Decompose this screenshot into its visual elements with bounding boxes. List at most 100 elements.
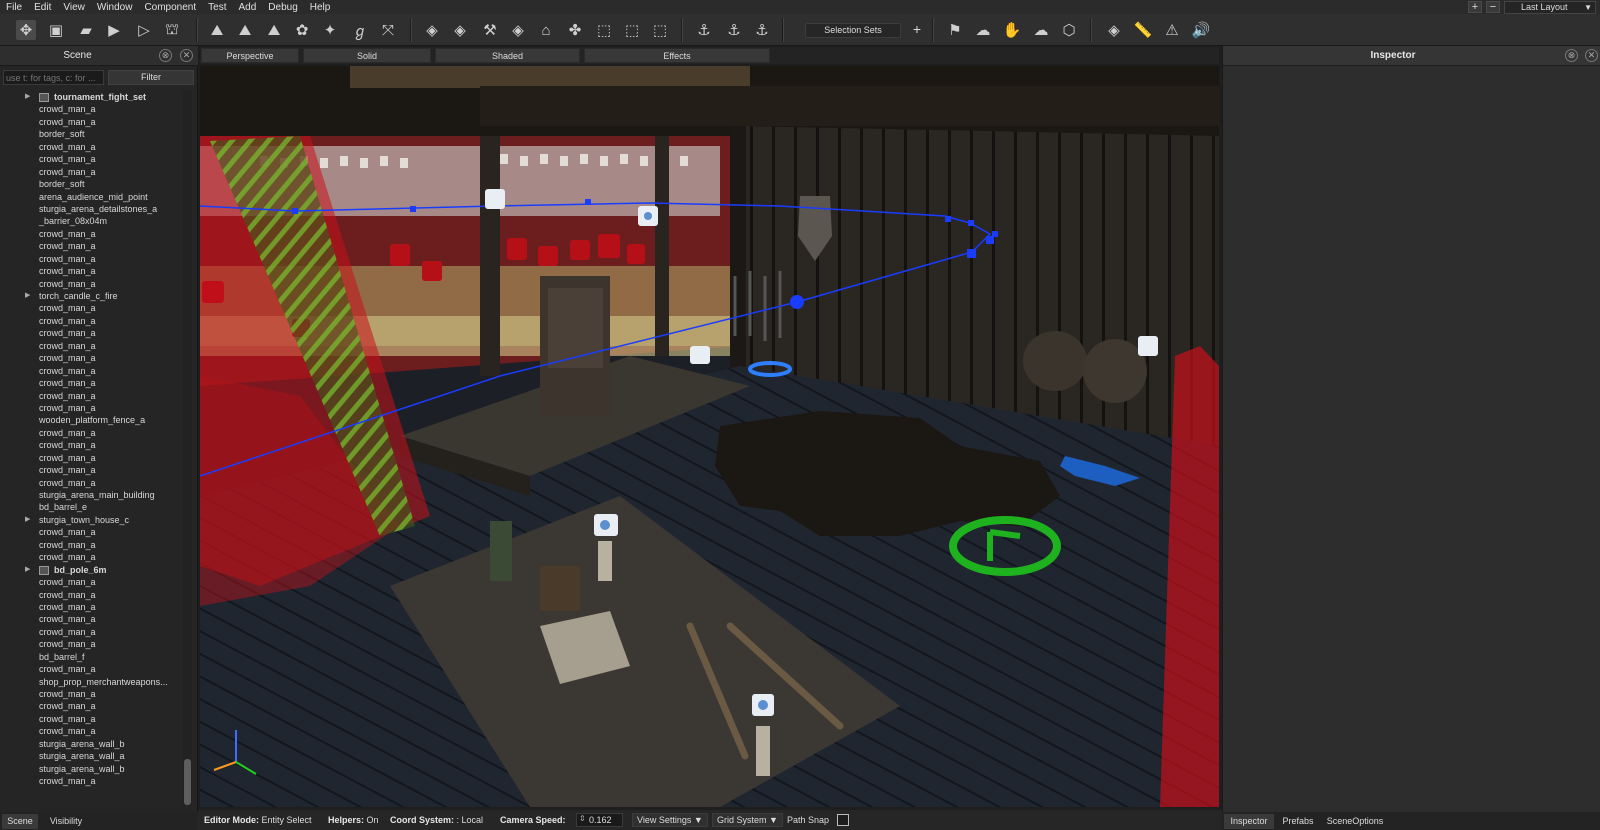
scene-tree-item[interactable]: shop_prop_merchantweapons... [0, 676, 180, 688]
view-settings-dropdown[interactable]: View Settings ▼ [632, 813, 708, 827]
scene-tree-item[interactable]: sturgia_arena_main_building [0, 489, 180, 501]
scene-tree-item[interactable]: crowd_man_a [0, 390, 180, 402]
tab-solid[interactable]: Solid [303, 48, 431, 63]
menu-debug[interactable]: Debug [262, 2, 303, 13]
scene-tree-item[interactable]: crowd_man_a [0, 315, 180, 327]
scene-tree-item[interactable]: crowd_man_a [0, 576, 180, 588]
expand-arrow-icon[interactable]: ▶ [25, 290, 30, 302]
spinner-icon[interactable]: ⇕ [579, 813, 586, 825]
flora-icon[interactable]: ⌂ [536, 20, 556, 40]
scene-tree-item[interactable]: crowd_man_a [0, 352, 180, 364]
inspector-close-icon[interactable]: ✕ [1585, 49, 1598, 62]
scene-tree-item[interactable]: arena_audience_mid_point [0, 191, 180, 203]
hand-icon[interactable]: ✋ [1002, 20, 1022, 40]
anchor-add-icon[interactable]: ⚓ [694, 20, 714, 40]
scene-tree-item[interactable]: crowd_man_a [0, 638, 180, 650]
editor-mode-value[interactable]: Entity Select [262, 815, 312, 825]
save-icon[interactable]: ▣ [46, 20, 66, 40]
tab-scene-options[interactable]: SceneOptions [1322, 814, 1388, 829]
scene-tree-item[interactable]: crowd_man_a [0, 601, 180, 613]
tab-inspector[interactable]: Inspector [1224, 814, 1274, 829]
tab-perspective[interactable]: Perspective [201, 48, 299, 63]
layout-dropdown[interactable]: Last Layout ▼ [1504, 0, 1596, 14]
selection-sets-dropdown[interactable]: Selection Sets [805, 23, 901, 38]
scene-tree-item[interactable]: crowd_man_a [0, 103, 180, 115]
terrain-icon[interactable]: ⛰ [207, 20, 227, 40]
scene-tree-item[interactable]: ▶ tournament_fight_set [0, 91, 180, 103]
anchor-delete-icon[interactable]: ⚓ [752, 20, 772, 40]
scene-tree-item[interactable]: ▶ sturgia_town_house_c [0, 514, 180, 526]
scene-tree-item[interactable]: crowd_man_a [0, 439, 180, 451]
add-layout-button[interactable]: + [1468, 1, 1482, 13]
scene-tree-item[interactable]: border_soft [0, 178, 180, 190]
select-move-icon[interactable]: ✥ [16, 20, 36, 40]
scene-tree-item[interactable]: crowd_man_a [0, 253, 180, 265]
anchor-icon[interactable]: ⬚ [650, 20, 670, 40]
menu-test[interactable]: Test [202, 2, 232, 13]
scene-tree-item[interactable]: crowd_man_a [0, 265, 180, 277]
scene-tree-item[interactable]: sturgia_arena_wall_b [0, 763, 180, 775]
scene-tree-item[interactable]: bd_barrel_e [0, 501, 180, 513]
scene-search-input[interactable] [3, 70, 104, 85]
cube-select-icon[interactable]: ✤ [565, 20, 585, 40]
path-snap-checkbox[interactable] [837, 814, 849, 826]
add-selection-set-button[interactable]: + [910, 22, 924, 37]
terrain-raise-icon[interactable]: ⛰ [264, 20, 284, 40]
scene-tree-item[interactable]: border_soft [0, 128, 180, 140]
terrain-smooth-icon[interactable]: ⛰ [235, 20, 255, 40]
scene-tree-item[interactable]: crowd_man_a [0, 551, 180, 563]
grid-system-dropdown[interactable]: Grid System ▼ [712, 813, 783, 827]
vertex-icon[interactable]: ⤧ [378, 20, 398, 40]
scene-tree-item[interactable]: ▶ torch_candle_c_fire [0, 290, 180, 302]
expand-arrow-icon[interactable]: ▶ [25, 91, 30, 103]
anchor-remove-icon[interactable]: ⚓ [724, 20, 744, 40]
scene-tree-item[interactable]: sturgia_arena_wall_b [0, 738, 180, 750]
scene-viewport[interactable] [200, 66, 1219, 807]
weather-icon[interactable]: ☁ [973, 20, 993, 40]
scene-scrollbar[interactable] [183, 91, 192, 805]
scene-tree-item[interactable]: crowd_man_a [0, 278, 180, 290]
scene-filter-button[interactable]: Filter [108, 70, 194, 85]
cloud-icon[interactable]: ☁ [1031, 20, 1051, 40]
scene-tree-item[interactable]: crowd_man_a [0, 613, 180, 625]
scene-tree-item[interactable]: crowd_man_a [0, 464, 180, 476]
menu-view[interactable]: View [57, 2, 91, 13]
scene-tree-item[interactable]: sturgia_arena_detailstones_a [0, 203, 180, 215]
scene-tree-item[interactable]: crowd_man_a [0, 700, 180, 712]
scene-tree-item[interactable]: _barrier_08x04m [0, 215, 180, 227]
scene-tree-item[interactable]: sturgia_arena_wall_a [0, 750, 180, 762]
scene-tree-item[interactable]: crowd_man_a [0, 153, 180, 165]
menu-help[interactable]: Help [304, 2, 337, 13]
scene-tree-item[interactable]: crowd_man_a [0, 365, 180, 377]
terrain-paint-icon[interactable]: ✿ [292, 20, 312, 40]
mesh-icon[interactable]: ◈ [1104, 20, 1124, 40]
open-folder-icon[interactable]: ▰ [76, 20, 96, 40]
scene-scrollbar-thumb[interactable] [184, 759, 191, 805]
coord-system-value[interactable]: : Local [457, 815, 484, 825]
helpers-value[interactable]: On [367, 815, 379, 825]
scene-tree-item[interactable]: crowd_man_a [0, 526, 180, 538]
tab-visibility[interactable]: Visibility [42, 814, 90, 829]
scene-tree-item[interactable]: crowd_man_a [0, 539, 180, 551]
scene-tree-item[interactable]: crowd_man_a [0, 663, 180, 675]
menu-edit[interactable]: Edit [28, 2, 57, 13]
scene-tree-item[interactable]: crowd_man_a [0, 775, 180, 787]
cube-move-icon[interactable]: ⬚ [622, 20, 642, 40]
tab-effects[interactable]: Effects [584, 48, 770, 63]
scene-panel-pin-icon[interactable]: ⊗ [159, 49, 172, 62]
object-place-icon[interactable]: ◈ [450, 20, 470, 40]
scene-tree-item[interactable]: crowd_man_a [0, 688, 180, 700]
remove-layout-button[interactable]: − [1486, 1, 1500, 13]
scene-tree-item[interactable]: crowd_man_a [0, 477, 180, 489]
scene-tree-item[interactable]: wooden_platform_fence_a [0, 414, 180, 426]
menu-file[interactable]: File [0, 2, 28, 13]
scene-tree-item[interactable]: crowd_man_a [0, 713, 180, 725]
warning-icon[interactable]: ⚠ [1162, 20, 1182, 40]
scene-tree-item[interactable]: crowd_man_a [0, 141, 180, 153]
scene-tree-item[interactable]: crowd_man_a [0, 626, 180, 638]
camera-speed-input[interactable]: ⇕ 0.162 [576, 813, 623, 827]
build-icon[interactable]: ⛫ [162, 20, 182, 40]
terrain-flatten-icon[interactable]: ✦ [320, 20, 340, 40]
scene-tree-item[interactable]: crowd_man_a [0, 327, 180, 339]
expand-arrow-icon[interactable]: ▶ [25, 514, 30, 526]
